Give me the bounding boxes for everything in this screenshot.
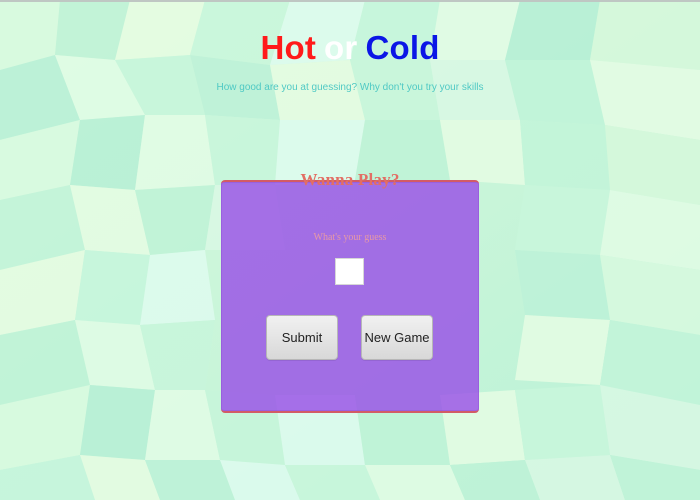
new-game-button[interactable]: New Game xyxy=(361,315,433,360)
page-content: Hot or Cold How good are you at guessing? … xyxy=(0,0,700,500)
submit-button[interactable]: Submit xyxy=(266,315,338,360)
game-card-title: Wanna Play? xyxy=(300,170,400,189)
page-title: Hot or Cold xyxy=(0,28,700,68)
title-or: or xyxy=(324,29,358,66)
guess-input[interactable] xyxy=(335,258,364,285)
guess-prompt: What's your guess xyxy=(313,232,387,243)
title-cold: Cold xyxy=(365,29,440,66)
page-subtitle: How good are you at guessing? Why don't … xyxy=(216,82,484,93)
title-hot: Hot xyxy=(260,29,317,66)
game-card xyxy=(221,180,479,413)
